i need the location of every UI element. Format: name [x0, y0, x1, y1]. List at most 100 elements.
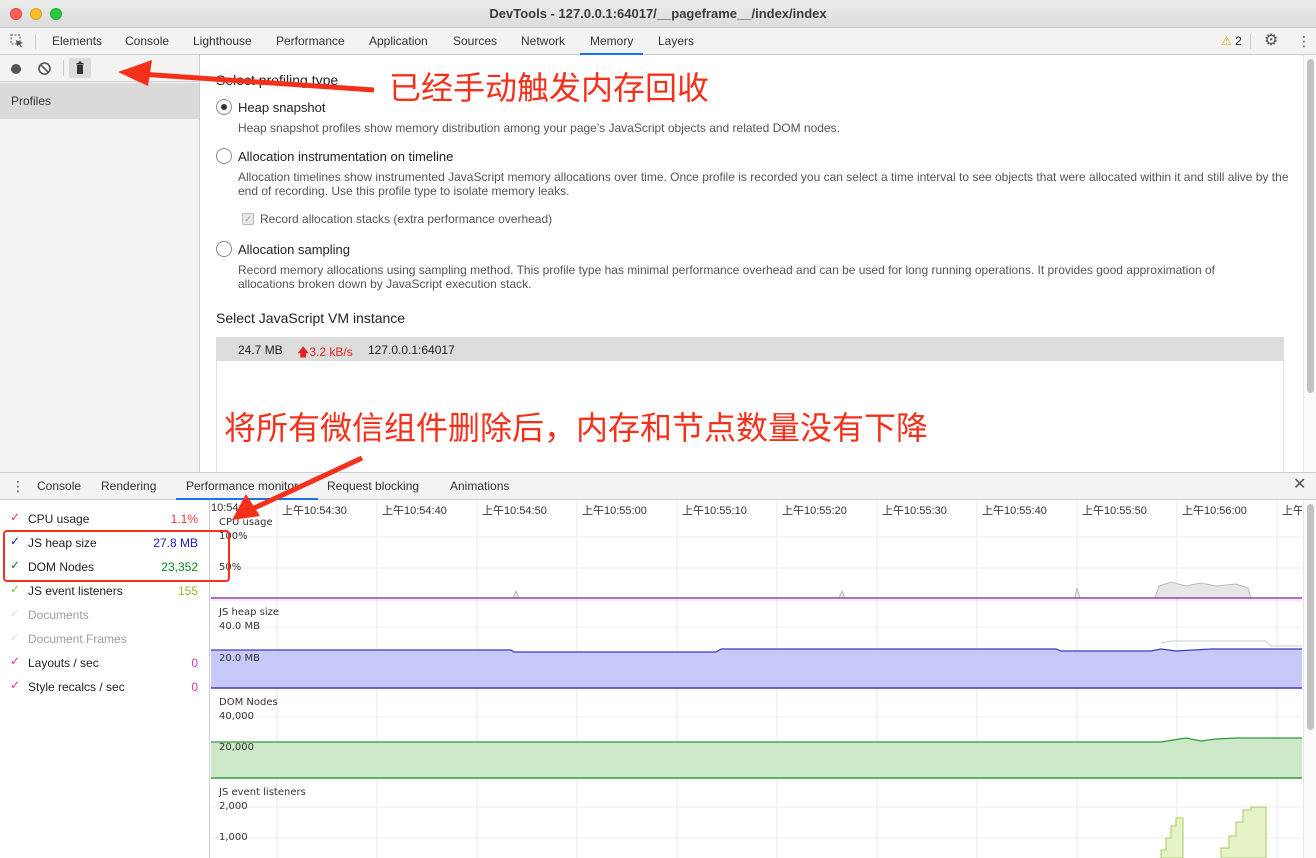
time-label: 上午10:55:40 — [982, 505, 1047, 517]
checkmark-icon: ✓ — [10, 654, 21, 668]
time-label: 上午10:56:00 — [1182, 505, 1247, 517]
metric-value: 0 — [191, 680, 198, 694]
record-stacks-label: Record allocation stacks (extra performa… — [260, 212, 553, 226]
more-options-icon[interactable]: ⋮ — [1297, 34, 1311, 48]
chart-title-js-heap: JS heap size — [219, 607, 280, 618]
drawer-menu-icon[interactable]: ⋮ — [11, 479, 25, 493]
devtools-tabbar: Elements Console Lighthouse Performance … — [0, 28, 1316, 55]
tab-console[interactable]: Console — [125, 28, 169, 55]
metric-value: 155 — [177, 584, 198, 598]
vm-rate-value: 3.2 kB/s — [309, 345, 353, 359]
warnings-badge[interactable]: ⚠ 2 — [1221, 34, 1242, 48]
annotation-highlight-box — [3, 530, 230, 582]
metric-label: Documents — [28, 608, 89, 622]
js-heap-size-chart — [211, 626, 1302, 689]
record-stacks-checkbox[interactable]: ✓ — [242, 213, 254, 225]
allocation-sampling-desc: Record memory allocations using sampling… — [238, 263, 1215, 291]
annotation-gc-text: 已经手动触发内存回收 — [389, 70, 710, 106]
chart-tick: 20,000 — [219, 742, 254, 753]
heap-snapshot-radio[interactable] — [216, 99, 232, 115]
vm-url: 127.0.0.1:64017 — [368, 343, 455, 357]
profiles-sidebar: Profiles — [0, 55, 200, 472]
checkmark-icon: ✓ — [10, 582, 21, 596]
arrow-up-icon: 🡅 — [297, 345, 310, 359]
time-label: 上午10:55:20 — [782, 505, 847, 517]
time-label: 上午10:54:40 — [382, 505, 447, 517]
warning-icon: ⚠ — [1221, 34, 1232, 48]
tab-lighthouse[interactable]: Lighthouse — [193, 28, 252, 55]
drawer-tab-console[interactable]: Console — [37, 473, 81, 500]
toolbar-divider — [63, 60, 64, 76]
drawer-tab-rendering[interactable]: Rendering — [101, 473, 156, 500]
toolbar-divider — [1250, 34, 1251, 49]
js-event-listeners-chart — [211, 806, 1302, 858]
chart-tick: 40,000 — [219, 711, 254, 722]
heap-snapshot-title[interactable]: Heap snapshot — [238, 100, 325, 115]
chart-tick: 40.0 MB — [219, 621, 260, 632]
vm-instance-heading: Select JavaScript VM instance — [216, 310, 406, 326]
time-label: 上午10:55:10 — [682, 505, 747, 517]
tab-network[interactable]: Network — [521, 28, 565, 55]
checkmark-icon: ✓ — [10, 678, 21, 692]
record-icon[interactable] — [11, 64, 21, 74]
settings-gear-icon[interactable]: ⚙ — [1264, 33, 1278, 49]
metric-document-frames[interactable]: ✓ Document Frames — [10, 629, 200, 649]
checkmark-icon: ✓ — [10, 510, 21, 524]
window-titlebar: DevTools - 127.0.0.1:64017/__pageframe__… — [0, 0, 1316, 28]
inspect-element-icon[interactable] — [10, 34, 24, 48]
tab-layers[interactable]: Layers — [658, 28, 694, 55]
time-label: 上午10:55:00 — [582, 505, 647, 517]
charts-scrollbar[interactable] — [1303, 500, 1316, 858]
metric-layouts-per-sec[interactable]: ✓ Layouts / sec 0 — [10, 653, 200, 673]
checkmark-icon: ✓ — [10, 606, 21, 620]
metric-style-recalcs-per-sec[interactable]: ✓ Style recalcs / sec 0 — [10, 677, 200, 697]
allocation-timeline-radio[interactable] — [216, 148, 232, 164]
main-scrollbar[interactable] — [1303, 55, 1316, 472]
tab-application[interactable]: Application — [369, 28, 428, 55]
tab-memory[interactable]: Memory — [580, 28, 644, 55]
collect-garbage-trash-icon[interactable] — [69, 58, 91, 78]
allocation-timeline-title[interactable]: Allocation instrumentation on timeline — [238, 149, 453, 164]
metric-cpu-usage[interactable]: ✓ CPU usage 1.1% — [10, 509, 200, 529]
drawer-tab-animations[interactable]: Animations — [450, 473, 509, 500]
cpu-usage-chart — [211, 536, 1302, 601]
clear-all-profiles-icon[interactable] — [37, 61, 52, 76]
chart-tick: 1,000 — [219, 832, 248, 843]
time-label: 上午10:55:50 — [1082, 505, 1147, 517]
allocation-sampling-title[interactable]: Allocation sampling — [238, 242, 350, 257]
vm-heap-size: 24.7 MB — [238, 343, 283, 357]
time-label: 上午10:55:30 — [882, 505, 947, 517]
metric-label: JS event listeners — [28, 584, 123, 598]
chart-title-dom-nodes: DOM Nodes — [219, 697, 278, 708]
checkmark-icon: ✓ — [10, 630, 21, 644]
tab-performance[interactable]: Performance — [276, 28, 345, 55]
charts-scrollbar-thumb[interactable] — [1307, 504, 1314, 730]
main-scrollbar-thumb[interactable] — [1307, 59, 1314, 393]
allocation-sampling-radio[interactable] — [216, 241, 232, 257]
metric-value: 0 — [191, 656, 198, 670]
vm-instance-row[interactable]: 24.7 MB 🡅3.2 kB/s 127.0.0.1:64017 — [216, 337, 1284, 361]
charts-canvas — [211, 500, 1302, 858]
annotation-arrow-gc — [118, 60, 375, 93]
dom-nodes-chart — [211, 716, 1302, 779]
chart-tick: 20.0 MB — [219, 653, 260, 664]
toolbar-divider — [35, 34, 36, 49]
metric-value: 1.1% — [170, 512, 198, 526]
heap-snapshot-desc: Heap snapshot profiles show memory distr… — [238, 121, 840, 135]
metric-documents[interactable]: ✓ Documents — [10, 605, 200, 625]
allocation-timeline-desc: Allocation timelines show instrumented J… — [238, 170, 1289, 198]
tab-elements[interactable]: Elements — [52, 28, 102, 55]
close-drawer-icon[interactable]: ✕ — [1293, 477, 1306, 493]
perf-monitor-charts: 10:54:2 上午10:54:30 上午10:54:40 上午10:54:50… — [211, 500, 1302, 858]
chart-tick: 2,000 — [219, 801, 248, 812]
window-title: DevTools - 127.0.0.1:64017/__pageframe__… — [489, 6, 827, 21]
drawer-tabbar: ⋮ Console Rendering Performance monitor … — [0, 472, 1316, 500]
tab-sources[interactable]: Sources — [453, 28, 497, 55]
metric-js-event-listeners[interactable]: ✓ JS event listeners 155 — [10, 581, 200, 601]
warnings-count: 2 — [1235, 34, 1242, 48]
chart-title-js-event-listeners: JS event listeners — [219, 787, 306, 798]
time-label: 上午10:54:50 — [482, 505, 547, 517]
metric-label: Style recalcs / sec — [28, 680, 125, 694]
metric-label: Document Frames — [28, 632, 127, 646]
metric-label: Layouts / sec — [28, 656, 99, 670]
